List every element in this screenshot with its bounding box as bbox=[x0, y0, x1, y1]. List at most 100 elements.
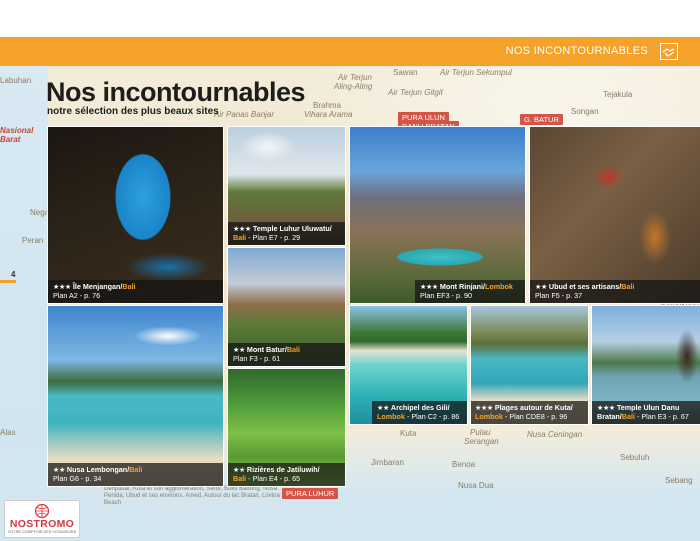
island-label: Bali bbox=[286, 345, 301, 354]
map-label: Sebuluh bbox=[620, 453, 650, 462]
island-label: Bali bbox=[621, 282, 635, 291]
rating-stars: ★★★ bbox=[420, 282, 438, 291]
card-plages-kuta[interactable]: ★★★ Plages autour de Kuta/Lombok - Plan … bbox=[470, 305, 589, 425]
plan-ref: - Plan E7 - p. 29 bbox=[246, 233, 301, 242]
rating-stars: ★★★ bbox=[53, 282, 71, 291]
map-label: Nasional bbox=[0, 126, 34, 135]
globe-icon bbox=[34, 503, 50, 518]
site-title: Mont Rinjani/ bbox=[439, 282, 485, 291]
plan-ref: Plan G6 - p. 34 bbox=[53, 474, 102, 483]
photo-ubud-artisans bbox=[530, 127, 700, 303]
page-title: Nos incontournables bbox=[46, 77, 306, 107]
caption: ★★ Mont Batur/Bali Plan F3 - p. 61 bbox=[228, 343, 345, 366]
card-nusa-lembongan[interactable]: ★★ Nusa Lembongan/Bali Plan G6 - p. 34 bbox=[47, 305, 224, 487]
rating-stars: ★★ bbox=[535, 282, 547, 291]
plan-ref: - Plan E3 - p. 67 bbox=[634, 412, 689, 421]
map-label: Air Terjun bbox=[338, 73, 372, 82]
map-label: Pulau bbox=[470, 428, 491, 437]
page-number-marker bbox=[0, 280, 16, 283]
card-mont-rinjani[interactable]: ★★★ Mont Rinjani/Lombok Plan EF3 - p. 90 bbox=[349, 126, 526, 304]
photo-ile-menjangan bbox=[48, 127, 223, 303]
caption: ★★★ Île Menjangan/Bali Plan A2 - p. 76 bbox=[48, 280, 223, 303]
site-title: Mont Batur/ bbox=[246, 345, 287, 354]
caption: ★★ Nusa Lembongan/Bali Plan G6 - p. 34 bbox=[48, 463, 223, 486]
caption: ★★★ Temple Ulun Danu Bratan/Bali - Plan … bbox=[592, 401, 700, 424]
island-label: Bali bbox=[129, 465, 143, 474]
page-subtitle: notre sélection des plus beaux sites bbox=[47, 106, 219, 117]
island-label: Lombok bbox=[377, 412, 405, 421]
map-label: Tejakula bbox=[603, 90, 633, 99]
nostromo-logo[interactable]: NOSTROMO VOTRE COMPTOIR DES VOYAGEURS bbox=[4, 500, 80, 538]
page-number: 4 bbox=[11, 270, 16, 279]
site-title: Ubud et ses artisans/ bbox=[548, 282, 622, 291]
section-header-bar: NOS INCONTOURNABLES bbox=[0, 37, 700, 66]
card-mont-batur[interactable]: ★★ Mont Batur/Bali Plan F3 - p. 61 bbox=[227, 247, 346, 367]
island-label: Bali bbox=[233, 474, 247, 483]
photo-nusa-lembongan bbox=[48, 306, 223, 486]
map-label: Kuta bbox=[400, 429, 417, 438]
plan-ref: Plan EF3 - p. 90 bbox=[420, 291, 472, 300]
plan-ref: - Plan E4 - p. 65 bbox=[246, 474, 301, 483]
rating-stars: ★★ bbox=[233, 465, 245, 474]
map-label: Sebang bbox=[665, 476, 693, 485]
island-label: Bali bbox=[621, 412, 635, 421]
card-ile-menjangan[interactable]: ★★★ Île Menjangan/Bali Plan A2 - p. 76 bbox=[47, 126, 224, 304]
map-label: Songan bbox=[571, 107, 599, 116]
site-title: Nusa Lembongan/ bbox=[66, 465, 130, 474]
island-label: Bali bbox=[233, 233, 247, 242]
card-temple-ulun-danu[interactable]: ★★★ Temple Ulun Danu Bratan/Bali - Plan … bbox=[591, 305, 700, 425]
rating-stars: ★★★ bbox=[475, 403, 493, 412]
map-label: Brahma bbox=[313, 101, 342, 110]
card-temple-luhur-uluwatu[interactable]: ★★★ Temple Luhur Uluwatu/Bali - Plan E7 … bbox=[227, 126, 346, 246]
caption: ★★ Rizières de Jatiluwih/Bali - Plan E4 … bbox=[228, 463, 345, 486]
caption: ★★★ Mont Rinjani/Lombok Plan EF3 - p. 90 bbox=[415, 280, 525, 303]
photo-mont-rinjani bbox=[350, 127, 525, 303]
site-title: Île Menjangan/ bbox=[72, 282, 123, 291]
map-label: Air Terjun Gitgit bbox=[388, 88, 443, 97]
rating-stars: ★★★ bbox=[597, 403, 615, 412]
plan-ref: Plan F5 - p. 37 bbox=[535, 291, 583, 300]
caption: ★★★ Plages autour de Kuta/Lombok - Plan … bbox=[471, 401, 588, 424]
site-title: Temple Luhur Uluwatu/ bbox=[252, 224, 332, 233]
map-label: Barat bbox=[0, 135, 21, 144]
map-label: Nusa Dua bbox=[458, 481, 494, 490]
rating-stars: ★★ bbox=[233, 345, 245, 354]
map-label: Jimbaran bbox=[371, 458, 404, 467]
rating-stars: ★★★ bbox=[233, 224, 251, 233]
site-title: Plages autour de Kuta/ bbox=[494, 403, 573, 412]
logo-name: NOSTROMO bbox=[9, 518, 75, 530]
plan-ref: - Plan CDE8 - p. 96 bbox=[502, 412, 568, 421]
card-rizieres-jatiluwih[interactable]: ★★ Rizières de Jatiluwih/Bali - Plan E4 … bbox=[227, 368, 346, 487]
card-ubud-artisans[interactable]: ★★ Ubud et ses artisans/Bali Plan F5 - p… bbox=[529, 126, 700, 304]
map-label: Vihara Arama bbox=[304, 110, 353, 119]
site-title: Archipel des Gili/ bbox=[390, 403, 450, 412]
map-site-label: PURA LUHUR bbox=[282, 488, 339, 499]
handshake-icon bbox=[660, 43, 678, 60]
caption: ★★ Ubud et ses artisans/Bali Plan F5 - p… bbox=[530, 280, 700, 303]
map-label: Nusa Ceningan bbox=[527, 430, 583, 439]
card-archipel-gili[interactable]: ★★ Archipel des Gili/Lombok - Plan C2 - … bbox=[349, 305, 468, 425]
map-label: Alas bbox=[0, 428, 16, 437]
map-label: Air Terjun Sekumpul bbox=[440, 68, 512, 77]
caption: ★★ Archipel des Gili/Lombok - Plan C2 - … bbox=[372, 401, 467, 424]
map-label: Peran bbox=[22, 236, 44, 245]
map-label: Labuhan bbox=[0, 76, 32, 85]
rating-stars: ★★ bbox=[377, 403, 389, 412]
map-label: Air Panas Banjar bbox=[214, 110, 275, 119]
map-label: Serangan bbox=[464, 437, 499, 446]
rating-stars: ★★ bbox=[53, 465, 65, 474]
island-label: Lombok bbox=[484, 282, 513, 291]
island-label: Lombok bbox=[475, 412, 503, 421]
section-label: NOS INCONTOURNABLES bbox=[505, 45, 648, 57]
plan-ref: Plan A2 - p. 76 bbox=[53, 291, 101, 300]
site-title: Rizières de Jatiluwih/ bbox=[246, 465, 320, 474]
plan-ref: - Plan C2 - p. 86 bbox=[404, 412, 460, 421]
caption: ★★★ Temple Luhur Uluwatu/Bali - Plan E7 … bbox=[228, 222, 345, 245]
island-label: Bali bbox=[122, 282, 136, 291]
logo-tagline: VOTRE COMPTOIR DES VOYAGEURS bbox=[7, 530, 77, 534]
map-site-label: G. BATUR bbox=[520, 114, 563, 125]
map-label: Benoa bbox=[452, 460, 476, 469]
plan-ref: Plan F3 - p. 61 bbox=[233, 354, 281, 363]
map-label: Aling-Aling bbox=[334, 82, 373, 91]
map-label: Sawan bbox=[393, 68, 418, 77]
